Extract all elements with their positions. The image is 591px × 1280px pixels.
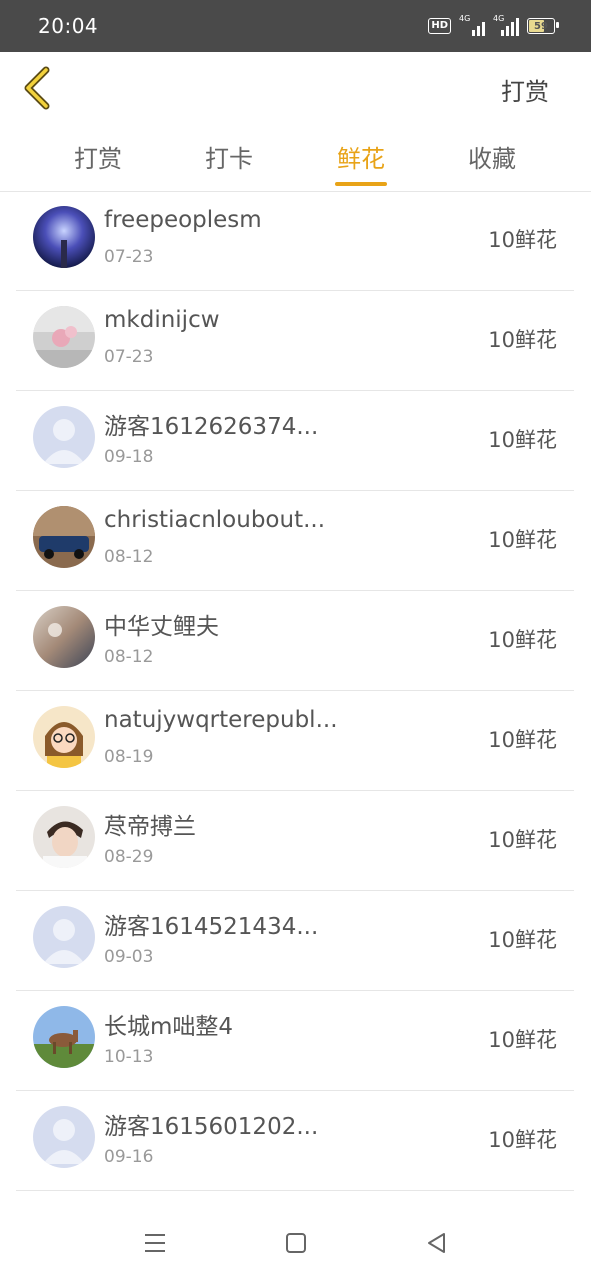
flower-amount: 10鲜花 bbox=[488, 728, 557, 752]
user-name: christiacnloubout... bbox=[104, 507, 326, 533]
flower-amount: 10鲜花 bbox=[488, 828, 557, 852]
avatar bbox=[33, 706, 95, 768]
date: 09-16 bbox=[104, 1147, 154, 1167]
signal-icon-2: 4G bbox=[493, 14, 519, 36]
avatar bbox=[33, 306, 95, 368]
flower-amount: 10鲜花 bbox=[488, 1128, 557, 1152]
nav-back-button[interactable] bbox=[424, 1230, 450, 1256]
header-reward-button[interactable]: 打赏 bbox=[501, 72, 549, 107]
battery-level: 59 bbox=[534, 20, 548, 32]
avatar bbox=[33, 806, 95, 868]
list-item[interactable]: christiacnloubout... 08-12 10鲜花 bbox=[16, 491, 574, 591]
user-name: 荩帝搏兰 bbox=[104, 814, 196, 840]
user-name: 中华丈鲤夫 bbox=[104, 614, 219, 640]
flower-amount: 10鲜花 bbox=[488, 1028, 557, 1052]
avatar bbox=[33, 206, 95, 268]
default-user-avatar bbox=[33, 906, 95, 968]
active-tab-indicator bbox=[335, 182, 387, 186]
flower-amount: 10鲜花 bbox=[488, 628, 557, 652]
date: 07-23 bbox=[104, 247, 154, 267]
back-triangle-icon bbox=[428, 1233, 445, 1253]
system-nav-bar bbox=[0, 1206, 591, 1280]
date: 08-29 bbox=[104, 847, 154, 867]
list-item[interactable]: 荩帝搏兰 08-29 10鲜花 bbox=[16, 791, 574, 891]
menu-icon bbox=[145, 1234, 165, 1252]
date: 07-23 bbox=[104, 347, 154, 367]
flower-amount: 10鲜花 bbox=[488, 228, 557, 252]
tab-flowers[interactable]: 鲜花 bbox=[316, 139, 406, 174]
flower-amount: 10鲜花 bbox=[488, 928, 557, 952]
tab-reward[interactable]: 打赏 bbox=[53, 139, 143, 174]
flower-amount: 10鲜花 bbox=[488, 528, 557, 552]
flower-amount: 10鲜花 bbox=[488, 328, 557, 352]
user-name: 游客1612626374... bbox=[104, 414, 319, 440]
list-item[interactable]: 游客1614521434... 09-03 10鲜花 bbox=[16, 891, 574, 991]
avatar bbox=[33, 606, 95, 668]
back-button[interactable] bbox=[20, 66, 64, 110]
menu-button[interactable] bbox=[142, 1230, 168, 1256]
tab-bar: 打赏 打卡 鲜花 收藏 bbox=[0, 127, 591, 192]
list-item[interactable]: freepeoplesm 07-23 10鲜花 bbox=[16, 191, 574, 291]
list-item[interactable]: 中华丈鲤夫 08-12 10鲜花 bbox=[16, 591, 574, 691]
date: 09-18 bbox=[104, 447, 154, 467]
status-time: 20:04 bbox=[38, 14, 99, 38]
chevron-left-icon bbox=[24, 66, 50, 110]
date: 08-19 bbox=[104, 747, 154, 767]
user-name: 游客1614521434... bbox=[104, 914, 319, 940]
header: 打赏 bbox=[0, 52, 591, 127]
list-item[interactable]: natujywqrterepubl... 08-19 10鲜花 bbox=[16, 691, 574, 791]
home-button[interactable] bbox=[283, 1230, 309, 1256]
flower-amount: 10鲜花 bbox=[488, 428, 557, 452]
user-name: 长城m咄整4 bbox=[104, 1014, 234, 1040]
home-square-icon bbox=[286, 1233, 306, 1253]
user-name: natujywqrterepubl... bbox=[104, 707, 338, 733]
status-icons: HD 4G 4G 59 bbox=[428, 14, 559, 37]
list-item[interactable]: 长城m咄整4 10-13 10鲜花 bbox=[16, 991, 574, 1091]
list-item[interactable] bbox=[16, 1191, 574, 1206]
user-name: freepeoplesm bbox=[104, 207, 262, 233]
list-item[interactable]: mkdinijcw 07-23 10鲜花 bbox=[16, 291, 574, 391]
default-user-avatar bbox=[33, 406, 95, 468]
status-bar: 20:04 HD 4G 4G 59 bbox=[0, 0, 591, 52]
list-item[interactable]: 游客1615601202... 09-16 10鲜花 bbox=[16, 1091, 574, 1191]
avatar bbox=[33, 506, 95, 568]
date: 08-12 bbox=[104, 647, 154, 667]
battery-icon: 59 bbox=[527, 18, 559, 34]
hd-icon: HD bbox=[428, 18, 451, 34]
user-name: mkdinijcw bbox=[104, 307, 220, 333]
user-name: 游客1615601202... bbox=[104, 1114, 319, 1140]
avatar bbox=[33, 1006, 95, 1068]
flower-list: freepeoplesm 07-23 10鲜花 mkdinijcw 07-23 … bbox=[16, 191, 574, 1206]
signal-icon: 4G bbox=[459, 14, 485, 36]
tab-checkin[interactable]: 打卡 bbox=[184, 139, 274, 174]
date: 10-13 bbox=[104, 1047, 154, 1067]
signal-network-label: 4G bbox=[459, 14, 471, 23]
date: 08-12 bbox=[104, 547, 154, 567]
default-user-avatar bbox=[33, 1106, 95, 1168]
tab-favorites[interactable]: 收藏 bbox=[447, 139, 537, 174]
list-item[interactable]: 游客1612626374... 09-18 10鲜花 bbox=[16, 391, 574, 491]
date: 09-03 bbox=[104, 947, 154, 967]
